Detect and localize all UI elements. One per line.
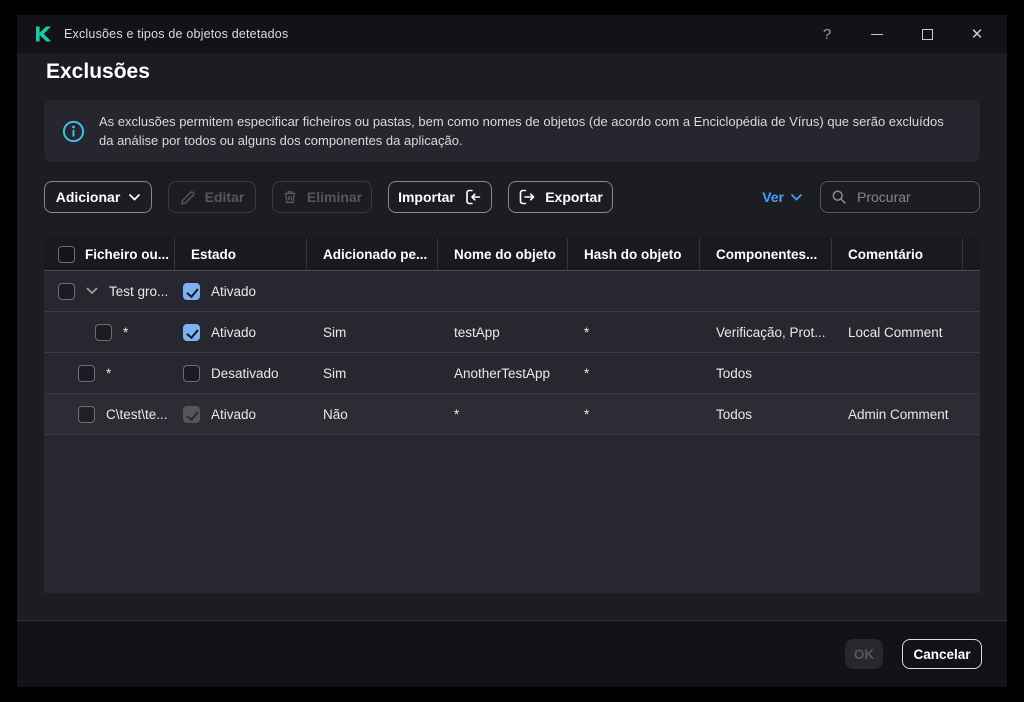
expand-chevron-icon[interactable]: [86, 287, 98, 295]
header-spacer: [963, 238, 980, 270]
toolbar: Adicionar Editar Eliminar Importar Expor…: [44, 181, 980, 213]
file-cell: *: [44, 364, 175, 382]
delete-button[interactable]: Eliminar: [272, 181, 372, 213]
file-cell: C\test\te...: [44, 405, 175, 423]
table-row[interactable]: * Desativado Sim AnotherTestApp * Todos: [44, 353, 980, 394]
state-cell: Desativado: [175, 364, 307, 382]
dialog-window: Exclusões e tipos de objetos detetados ?…: [17, 15, 1007, 687]
state-checkbox[interactable]: [183, 364, 200, 382]
object-hash-cell: *: [584, 406, 590, 422]
components-cell: Todos: [716, 365, 753, 381]
state-cell: Ativado: [175, 405, 307, 423]
row-checkbox[interactable]: [58, 282, 75, 300]
delete-button-label: Eliminar: [306, 189, 363, 205]
import-button-label: Importar: [398, 189, 455, 205]
add-button[interactable]: Adicionar: [44, 181, 152, 213]
table-header-row: Ficheiro ou... Estado Adicionado pe... N…: [44, 238, 980, 271]
minimize-icon: [871, 33, 883, 35]
object-name-cell: AnotherTestApp: [454, 365, 551, 381]
maximize-icon: [921, 28, 933, 40]
header-object-hash: Hash do objeto: [568, 238, 700, 270]
edit-button[interactable]: Editar: [168, 181, 256, 213]
info-banner: As exclusões permitem especificar fichei…: [44, 100, 980, 162]
comment-cell: Local Comment: [848, 324, 943, 340]
state-label: Ativado: [211, 406, 257, 422]
close-button[interactable]: ✕: [969, 26, 985, 43]
state-checkbox[interactable]: [183, 282, 200, 300]
window-controls: ? ✕: [819, 26, 991, 44]
header-comment: Comentário: [832, 238, 963, 270]
file-label: C\test\te...: [106, 406, 168, 422]
ok-button[interactable]: OK: [845, 639, 883, 669]
components-cell: Verificação, Prot...: [716, 324, 826, 340]
minimize-button[interactable]: [869, 26, 885, 42]
trash-icon: [284, 191, 296, 204]
comment-cell: Admin Comment: [848, 406, 949, 422]
row-checkbox[interactable]: [95, 323, 112, 341]
chevron-down-icon: [129, 193, 141, 201]
header-state: Estado: [175, 238, 307, 270]
search-icon: [832, 190, 846, 204]
chevron-down-icon: [791, 193, 802, 201]
object-hash-cell: *: [584, 324, 590, 340]
header-object-name: Nome do objeto: [438, 238, 568, 270]
info-icon: [62, 120, 85, 142]
file-label: *: [106, 365, 112, 381]
page-title: Exclusões: [46, 60, 150, 83]
object-name-cell: *: [454, 406, 460, 422]
header-added-by: Adicionado pe...: [307, 238, 438, 270]
file-label: *: [123, 324, 129, 340]
dialog-footer: OK Cancelar: [17, 620, 1007, 687]
file-label: Test gro...: [109, 283, 169, 299]
search-box: [820, 181, 980, 213]
table-row[interactable]: C\test\te... Ativado Não * * Todos Admin…: [44, 394, 980, 435]
cancel-button[interactable]: Cancelar: [902, 639, 982, 669]
export-button-label: Exportar: [545, 189, 603, 205]
view-dropdown-label: Ver: [762, 189, 784, 205]
state-checkbox[interactable]: [183, 405, 200, 423]
file-cell: Test gro...: [44, 282, 175, 300]
import-icon: [466, 189, 481, 205]
table-row-group[interactable]: Test gro... Ativado: [44, 271, 980, 312]
table-row[interactable]: * Ativado Sim testApp * Verificação, Pro…: [44, 312, 980, 353]
row-checkbox[interactable]: [78, 364, 95, 382]
header-file-label: Ficheiro ou...: [85, 246, 170, 262]
state-cell: Ativado: [175, 282, 307, 300]
object-name-cell: testApp: [454, 324, 500, 340]
components-cell: Todos: [716, 406, 753, 422]
kaspersky-logo-icon: [36, 26, 52, 42]
state-label: Ativado: [211, 324, 257, 340]
import-button[interactable]: Importar: [388, 181, 492, 213]
maximize-button[interactable]: [919, 26, 935, 42]
state-label: Ativado: [211, 283, 257, 299]
edit-button-label: Editar: [204, 189, 245, 205]
banner-text: As exclusões permitem especificar fichei…: [99, 114, 944, 148]
state-label: Desativado: [211, 365, 279, 381]
added-by-cell: Sim: [323, 365, 347, 381]
state-cell: Ativado: [175, 323, 307, 341]
export-icon: [519, 189, 535, 205]
file-cell: *: [44, 323, 175, 341]
added-by-cell: Sim: [323, 324, 347, 340]
help-button[interactable]: ?: [819, 26, 835, 43]
header-file: Ficheiro ou...: [44, 238, 175, 270]
added-by-cell: Não: [323, 406, 348, 422]
view-dropdown[interactable]: Ver: [762, 189, 802, 205]
titlebar: Exclusões e tipos de objetos detetados ?…: [17, 15, 1007, 53]
window-title: Exclusões e tipos de objetos detetados: [64, 27, 289, 41]
select-all-checkbox[interactable]: [58, 245, 75, 263]
export-button[interactable]: Exportar: [508, 181, 613, 213]
state-checkbox[interactable]: [183, 323, 200, 341]
exclusions-table: Ficheiro ou... Estado Adicionado pe... N…: [44, 238, 980, 593]
object-hash-cell: *: [584, 365, 590, 381]
row-checkbox[interactable]: [78, 405, 95, 423]
pencil-icon: [180, 191, 195, 205]
add-button-label: Adicionar: [55, 189, 121, 205]
header-components: Componentes...: [700, 238, 832, 270]
